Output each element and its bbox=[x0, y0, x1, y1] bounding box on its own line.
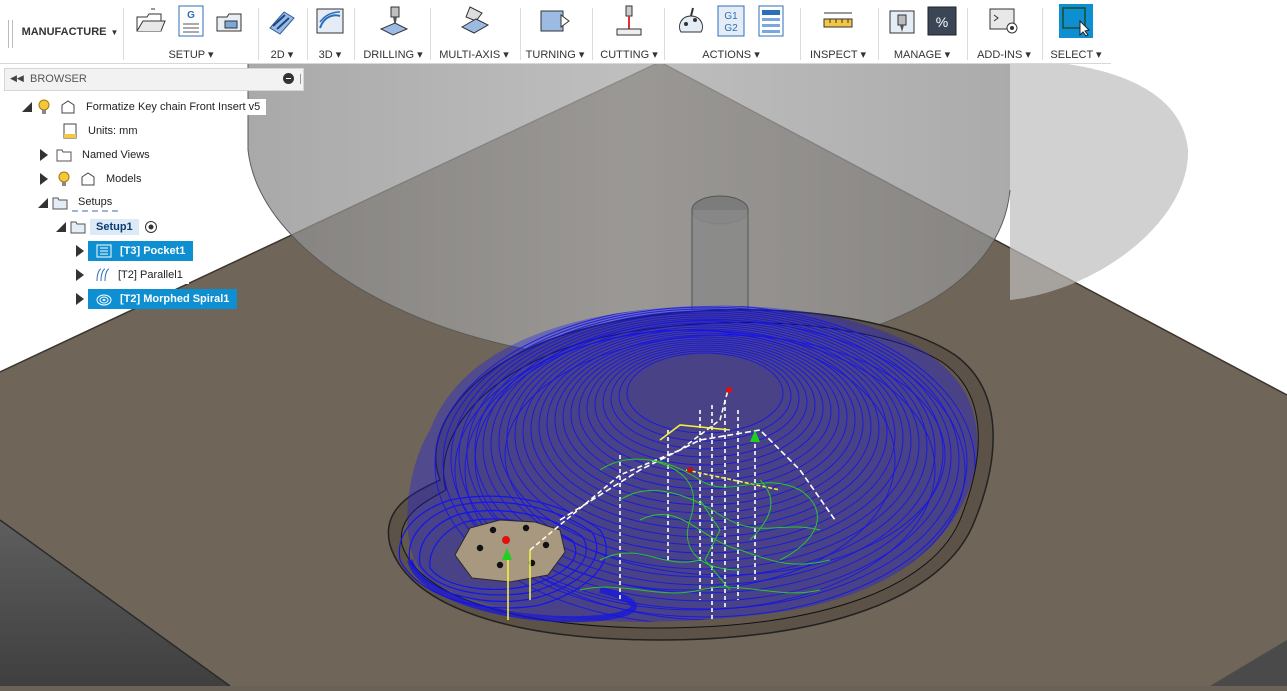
models-label: Models bbox=[100, 171, 148, 187]
setup1-label: Setup1 bbox=[90, 219, 139, 235]
boss-feature bbox=[454, 519, 566, 583]
browser-panel: ◀◀ BROWSER Formatize Key chain Front Ins… bbox=[4, 68, 304, 309]
tree-node-models[interactable]: Models bbox=[40, 169, 148, 189]
operation-label: [T2] Parallel1 bbox=[118, 269, 183, 281]
pocket-operation-icon bbox=[96, 244, 112, 258]
workspace-label: MANUFACTURE bbox=[21, 26, 107, 38]
setup-icon bbox=[70, 219, 86, 235]
svg-text:G2: G2 bbox=[724, 23, 738, 34]
folder-icon bbox=[56, 147, 72, 163]
tree-node-named-views[interactable]: Named Views bbox=[40, 145, 156, 165]
new-setup-icon[interactable] bbox=[134, 4, 168, 38]
stock-setup-icon[interactable] bbox=[214, 4, 248, 38]
multi-axis-icon[interactable] bbox=[457, 4, 491, 38]
toolbar-grip[interactable] bbox=[8, 20, 13, 48]
document-name: Formatize Key chain Front Insert v5 bbox=[80, 99, 267, 115]
svg-text:G1: G1 bbox=[724, 11, 738, 22]
workspace-switcher[interactable]: MANUFACTURE ▼ bbox=[18, 0, 122, 64]
browser-title: BROWSER bbox=[30, 73, 87, 85]
collapse-arrow-icon[interactable] bbox=[56, 222, 66, 232]
drill-icon[interactable] bbox=[376, 4, 410, 38]
template-icon[interactable]: % bbox=[925, 4, 959, 38]
select-icon[interactable] bbox=[1059, 4, 1093, 38]
operation-label: [T3] Pocket1 bbox=[120, 245, 186, 257]
operation-label: [T2] Morphed Spiral1 bbox=[120, 293, 230, 305]
cutting-icon[interactable] bbox=[612, 4, 646, 38]
expand-arrow-icon[interactable] bbox=[76, 269, 84, 281]
setup-sheet-icon[interactable] bbox=[754, 4, 788, 38]
tree-node-operation[interactable]: [T2] Parallel1 bbox=[76, 265, 189, 285]
collapse-panel-icon[interactable]: ◀◀ bbox=[10, 73, 24, 84]
add-ins-menu[interactable]: ADD-INS ▾ bbox=[969, 48, 1039, 61]
component-icon bbox=[60, 99, 76, 115]
collapse-arrow-icon[interactable] bbox=[22, 102, 32, 112]
parallel-operation-icon bbox=[96, 268, 110, 282]
named-views-label: Named Views bbox=[76, 147, 156, 163]
post-process-icon[interactable]: G1 G2 bbox=[714, 4, 748, 38]
3d-group: 3D ▾ bbox=[307, 0, 353, 64]
scripts-icon[interactable] bbox=[987, 4, 1021, 38]
tree-node-setup1[interactable]: Setup1 bbox=[56, 217, 163, 237]
chevron-down-icon: ▼ bbox=[110, 27, 119, 37]
add-ins-group: ADD-INS ▾ bbox=[969, 0, 1039, 64]
manufacture-toolbar: MANUFACTURE ▼ G SETUP ▾ 2D ▾ 3D ▾ DRILLI… bbox=[0, 0, 1111, 64]
inspect-group: INSPECT ▾ bbox=[802, 0, 874, 64]
collapse-arrow-icon[interactable] bbox=[38, 198, 48, 208]
turning-menu[interactable]: TURNING ▾ bbox=[522, 48, 588, 61]
cutting-menu[interactable]: CUTTING ▾ bbox=[596, 48, 662, 61]
nc-program-icon[interactable]: G bbox=[174, 4, 208, 38]
tree-node-operation[interactable]: [T3] Pocket1 bbox=[76, 241, 194, 261]
multi-axis-group: MULTI-AXIS ▾ bbox=[432, 0, 516, 64]
setups-label: Setups bbox=[72, 194, 119, 212]
select-group: SELECT ▾ bbox=[1044, 0, 1108, 64]
svg-text:%: % bbox=[936, 14, 948, 30]
tool-library-icon[interactable] bbox=[885, 4, 919, 38]
manage-menu[interactable]: MANAGE ▾ bbox=[880, 48, 964, 61]
tree-node-units[interactable]: Units: mm bbox=[58, 121, 144, 141]
setup-menu[interactable]: SETUP ▾ bbox=[126, 48, 256, 61]
measure-icon[interactable] bbox=[821, 4, 855, 38]
setup-group: G SETUP ▾ bbox=[126, 0, 256, 64]
multi-axis-menu[interactable]: MULTI-AXIS ▾ bbox=[432, 48, 516, 61]
tree-node-document[interactable]: Formatize Key chain Front Insert v5 bbox=[22, 97, 267, 117]
turning-icon[interactable] bbox=[538, 4, 572, 38]
turning-group: TURNING ▾ bbox=[522, 0, 588, 64]
lightbulb-icon[interactable] bbox=[56, 171, 72, 187]
3d-adaptive-icon[interactable] bbox=[313, 4, 347, 38]
units-label: Units: mm bbox=[82, 123, 144, 139]
tree-node-setups[interactable]: Setups bbox=[38, 193, 119, 213]
activate-radio-icon[interactable] bbox=[143, 219, 159, 235]
expand-arrow-icon[interactable] bbox=[40, 173, 48, 185]
component-icon bbox=[80, 171, 96, 187]
spiral-operation-icon bbox=[96, 294, 112, 306]
pin-icon[interactable] bbox=[300, 74, 301, 84]
2d-menu[interactable]: 2D ▾ bbox=[258, 48, 306, 61]
expand-arrow-icon[interactable] bbox=[76, 293, 84, 305]
expand-arrow-icon[interactable] bbox=[40, 149, 48, 161]
manage-group: % MANAGE ▾ bbox=[880, 0, 964, 64]
2d-pocket-icon[interactable] bbox=[265, 4, 299, 38]
minimize-icon[interactable] bbox=[283, 73, 294, 84]
2d-group: 2D ▾ bbox=[258, 0, 306, 64]
svg-text:G: G bbox=[187, 10, 195, 21]
actions-group: G1 G2 ACTIONS ▾ bbox=[666, 0, 796, 64]
lightbulb-icon[interactable] bbox=[36, 99, 52, 115]
3d-menu[interactable]: 3D ▾ bbox=[307, 48, 353, 61]
expand-arrow-icon[interactable] bbox=[76, 245, 84, 257]
drilling-group: DRILLING ▾ bbox=[360, 0, 426, 64]
select-menu[interactable]: SELECT ▾ bbox=[1044, 48, 1108, 61]
drilling-menu[interactable]: DRILLING ▾ bbox=[360, 48, 426, 61]
inspect-menu[interactable]: INSPECT ▾ bbox=[802, 48, 874, 61]
browser-header: ◀◀ BROWSER bbox=[4, 68, 304, 91]
actions-menu[interactable]: ACTIONS ▾ bbox=[666, 48, 796, 61]
setups-folder-icon bbox=[52, 195, 68, 211]
simulate-icon[interactable] bbox=[674, 4, 708, 38]
tree-node-operation[interactable]: [T2] Morphed Spiral1 bbox=[76, 289, 238, 309]
cutting-group: CUTTING ▾ bbox=[596, 0, 662, 64]
units-icon bbox=[62, 123, 78, 139]
end-marker bbox=[502, 536, 510, 544]
